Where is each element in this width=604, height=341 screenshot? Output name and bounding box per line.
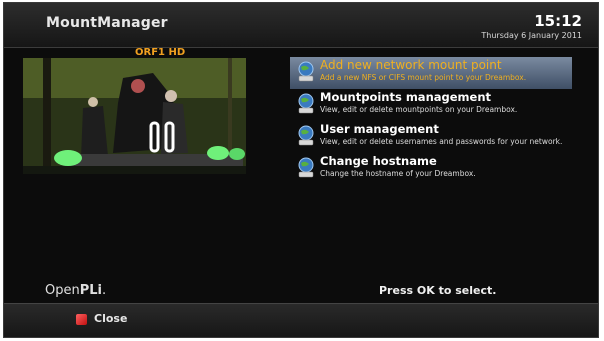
tv-preview (23, 58, 246, 174)
logo-dot-text: . (102, 283, 107, 298)
menu-item-mountpoints-management[interactable]: Mountpoints management View, edit or del… (290, 89, 572, 121)
openpli-logo: OpenPLi. (45, 283, 106, 298)
ok-hint-text: Press OK to select. (379, 284, 497, 297)
channel-name: ORF1 HD (135, 47, 186, 58)
network-globe-icon (298, 157, 314, 178)
menu-item-description: Add a new NFS or CIFS mount point to you… (320, 73, 527, 82)
menu-item-label: Change hostname (320, 154, 437, 168)
menu-item-description: View, edit or delete usernames and passw… (320, 137, 563, 146)
red-key-icon[interactable] (76, 314, 87, 325)
menu-item-label: User management (320, 122, 439, 136)
logo-pli-text: PLi (79, 283, 103, 298)
network-globe-icon (298, 125, 314, 146)
network-globe-icon (298, 93, 314, 114)
menu-item-add-network-mount[interactable]: Add new network mount point Add a new NF… (290, 57, 572, 89)
mount-menu-list: Add new network mount point Add a new NF… (290, 57, 572, 185)
bottom-bar: Close (4, 303, 598, 337)
clock-date: Thursday 6 January 2011 (481, 31, 582, 40)
mountmanager-window: MountManager 15:12 Thursday 6 January 20… (3, 2, 599, 338)
menu-item-description: Change the hostname of your Dreambox. (320, 169, 476, 178)
menu-item-change-hostname[interactable]: Change hostname Change the hostname of y… (290, 153, 572, 185)
menu-item-description: View, edit or delete mountpoints on your… (320, 105, 518, 114)
tv-preview-image (23, 58, 246, 174)
clock-time: 15:12 (534, 12, 582, 30)
title-bar: MountManager 15:12 Thursday 6 January 20… (4, 3, 598, 48)
menu-item-label: Mountpoints management (320, 90, 492, 104)
logo-open-text: Open (45, 283, 80, 298)
close-button[interactable]: Close (94, 312, 127, 325)
network-globe-icon (298, 61, 314, 82)
menu-item-user-management[interactable]: User management View, edit or delete use… (290, 121, 572, 153)
menu-item-label: Add new network mount point (320, 58, 502, 72)
window-title: MountManager (46, 15, 168, 31)
